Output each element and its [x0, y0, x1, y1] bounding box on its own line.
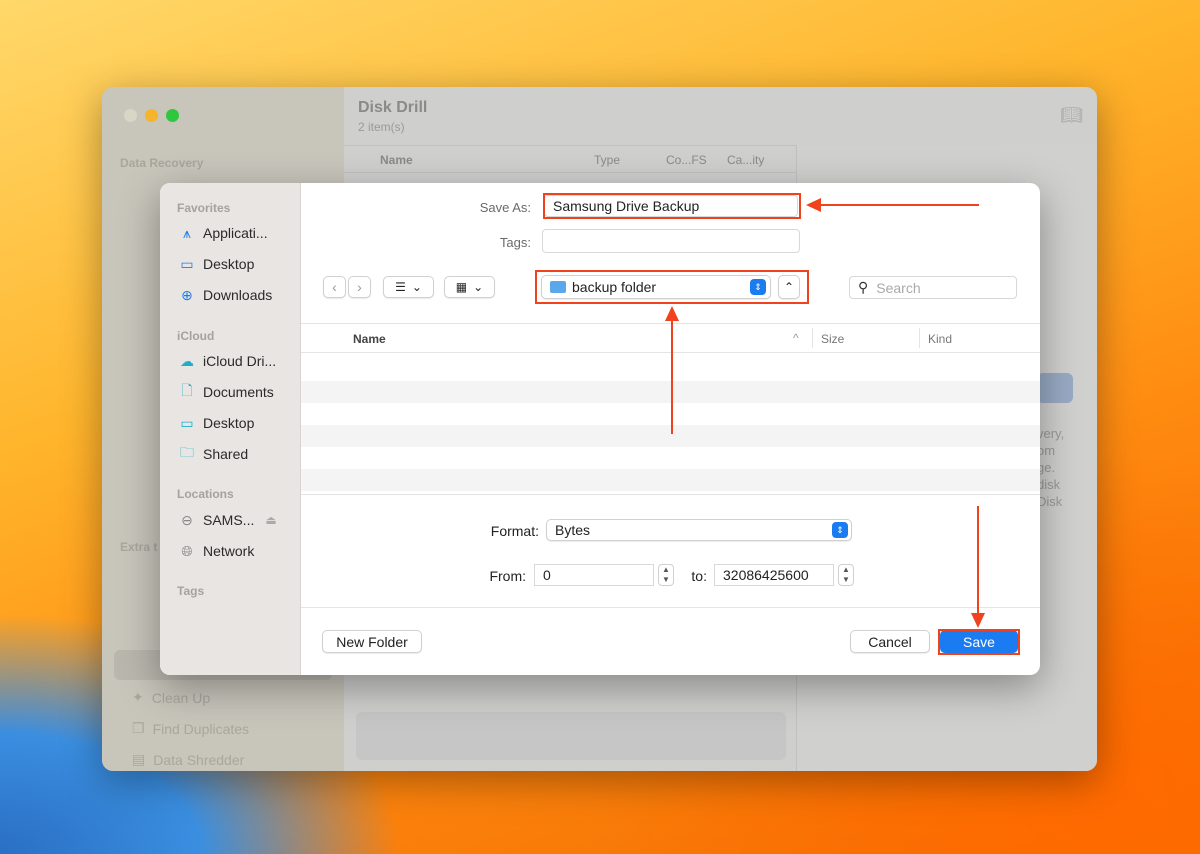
label: Documents [203, 384, 274, 400]
format-value: Bytes [555, 522, 591, 538]
from-stepper[interactable]: ▲ ▼ [658, 564, 674, 586]
col-name[interactable]: Name [380, 153, 413, 167]
bottom-bar [356, 712, 786, 760]
arrowhead-icon [971, 613, 985, 628]
chevron-down-icon: ⌄ [473, 280, 484, 294]
label: Applicati... [203, 225, 268, 241]
back-button[interactable]: ‹ [323, 276, 346, 298]
panel-text: disk [1037, 477, 1061, 492]
dialog-sidebar: Favorites ⩚ Applicati... ▭ Desktop ⊕ Downlo… [160, 183, 301, 675]
to-label: to: [691, 568, 707, 584]
app-title: Disk Drill [358, 99, 428, 116]
annotation-box [535, 270, 809, 304]
search-field[interactable]: ⚲ Search [849, 276, 1017, 299]
save-dialog: Favorites ⩚ Applicati... ▭ Desktop ⊕ Downlo… [160, 183, 1040, 675]
sidebar-network[interactable]: 🌐︎ Network [178, 542, 298, 560]
col-type[interactable]: Type [594, 153, 620, 167]
cancel-button[interactable]: Cancel [850, 630, 930, 653]
duplicate-icon: ❐ [132, 720, 145, 736]
label: Network [203, 543, 255, 559]
sidebar-icloud-drive[interactable]: ☁︎ iCloud Dri... [178, 352, 298, 370]
book-icon[interactable]: 📖︎ [1060, 105, 1083, 126]
applications-icon: ⩚ [183, 224, 191, 241]
sort-up-icon: ^ [793, 331, 799, 345]
sidebar-icloud-desktop[interactable]: ▭ Desktop [178, 414, 298, 432]
sidebar-item-clean-up[interactable]: ✦ Clean Up [132, 689, 210, 706]
annotation-arrow [820, 204, 979, 206]
favorites-heading: Favorites [177, 201, 231, 215]
to-input[interactable]: 32086425600 [714, 564, 834, 586]
col-capacity[interactable]: Ca...ity [727, 153, 764, 167]
cloud-icon: ☁︎ [180, 352, 194, 369]
arrowhead-icon [806, 198, 821, 212]
icloud-heading: iCloud [177, 329, 215, 343]
sidebar-desktop[interactable]: ▭ Desktop [178, 255, 298, 273]
forward-button[interactable]: › [348, 276, 371, 298]
panel-text: very, [1037, 426, 1065, 441]
col-kind[interactable]: Kind [928, 332, 952, 346]
tags-input[interactable] [542, 229, 800, 253]
col-fs[interactable]: Co...FS [666, 153, 707, 167]
from-label: From: [489, 568, 526, 584]
minimize-button[interactable] [145, 109, 158, 122]
format-popup[interactable]: Bytes ⇕ [546, 519, 852, 541]
panel-text: Disk [1037, 494, 1063, 509]
section-extra-tools: Extra t [120, 540, 158, 554]
search-icon: ⚲ [858, 279, 869, 295]
tags-label: Tags: [499, 235, 531, 250]
save-as-label: Save As: [479, 200, 531, 215]
download-icon: ⊕ [181, 286, 193, 303]
sidebar-downloads[interactable]: ⊕ Downloads [178, 286, 298, 304]
file-row [301, 469, 1040, 491]
new-folder-button[interactable]: New Folder [322, 630, 422, 653]
sidebar-samsung-drive[interactable]: ⊖ SAMS... ⏏ [178, 511, 298, 529]
sidebar-documents[interactable]: 🗋︎ Documents [178, 382, 298, 400]
drive-icon: ⊖ [181, 511, 193, 528]
desktop-icon: ▭ [180, 255, 194, 272]
item-count: 2 item(s) [358, 120, 405, 134]
document-icon: 🗋︎ [181, 382, 193, 398]
to-stepper[interactable]: ▲ ▼ [838, 564, 854, 586]
eject-icon[interactable]: ⏏ [265, 513, 276, 527]
label: Desktop [203, 256, 255, 272]
format-label: Format: [490, 523, 539, 539]
grid-view-button[interactable]: ▦ ⌄ [444, 276, 495, 298]
shared-folder-icon: 🗀︎ [180, 444, 194, 460]
sidebar-applications[interactable]: ⩚ Applicati... [178, 224, 298, 242]
sidebar-item-find-duplicates[interactable]: ❐ Find Duplicates [132, 720, 249, 737]
desktop-icon: ▭ [180, 414, 194, 431]
close-button[interactable] [124, 109, 137, 122]
search-placeholder: Search [876, 279, 921, 296]
tags-heading: Tags [177, 584, 205, 598]
disk-table-header: Name Type Co...FS Ca...ity [344, 145, 796, 173]
arrowhead-icon [665, 306, 679, 321]
annotation-arrow [671, 320, 673, 434]
annotation-arrow [977, 506, 979, 616]
globe-icon: 🌐︎ [181, 542, 193, 559]
annotation-box [543, 193, 801, 219]
label: SAMS... [203, 512, 255, 528]
list-icon: ☰ [395, 280, 406, 294]
section-data-recovery: Data Recovery [120, 156, 204, 170]
annotation-box [938, 629, 1020, 655]
shredder-icon: ▤ [132, 751, 146, 767]
from-input[interactable]: 0 [534, 564, 654, 586]
sidebar-shared[interactable]: 🗀︎ Shared [178, 444, 298, 462]
chevron-down-icon: ⌄ [411, 280, 422, 294]
label: Shared [203, 446, 249, 462]
locations-heading: Locations [177, 487, 234, 501]
grid-icon: ▦ [455, 280, 468, 294]
sidebar-item-data-shredder[interactable]: ▤ Data Shredder [132, 751, 244, 768]
zoom-button[interactable] [166, 109, 179, 122]
action-button[interactable] [1037, 373, 1073, 403]
label: Downloads [203, 287, 273, 303]
label: iCloud Dri... [203, 353, 277, 369]
label: Desktop [203, 415, 255, 431]
popup-arrows-icon: ⇕ [832, 522, 848, 538]
sparkle-icon: ✦ [132, 689, 144, 705]
list-view-button[interactable]: ☰ ⌄ [383, 276, 434, 298]
col-name[interactable]: Name [353, 332, 386, 346]
window-controls [124, 109, 179, 122]
col-size[interactable]: Size [821, 332, 844, 346]
